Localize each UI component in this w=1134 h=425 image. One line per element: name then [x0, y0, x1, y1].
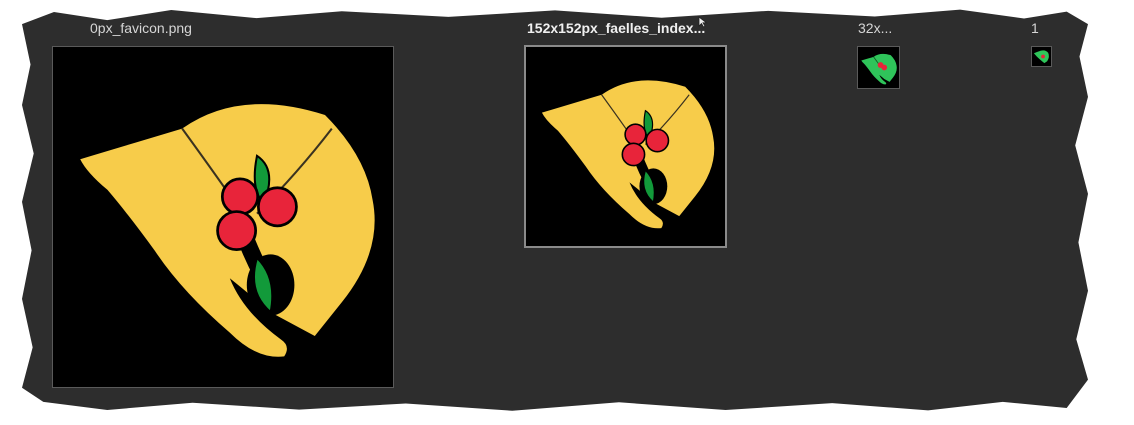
file-name-label[interactable]: 0px_favicon.png: [90, 20, 290, 36]
file-thumbnail[interactable]: [857, 46, 900, 89]
hat-icon: [53, 47, 393, 387]
file-thumbnail[interactable]: [1031, 46, 1052, 67]
file-thumbnail[interactable]: [52, 46, 394, 388]
hat-icon: [526, 47, 725, 246]
pointer-icon: [698, 16, 708, 28]
file-name-label[interactable]: 32x...: [858, 20, 904, 36]
file-name-label[interactable]: 1: [1031, 20, 1043, 36]
file-name-label[interactable]: 152x152px_faelles_index...: [527, 20, 727, 36]
hat-icon: [858, 47, 899, 88]
hat-icon: [1032, 47, 1051, 66]
file-thumbnail-selected[interactable]: [524, 45, 727, 248]
